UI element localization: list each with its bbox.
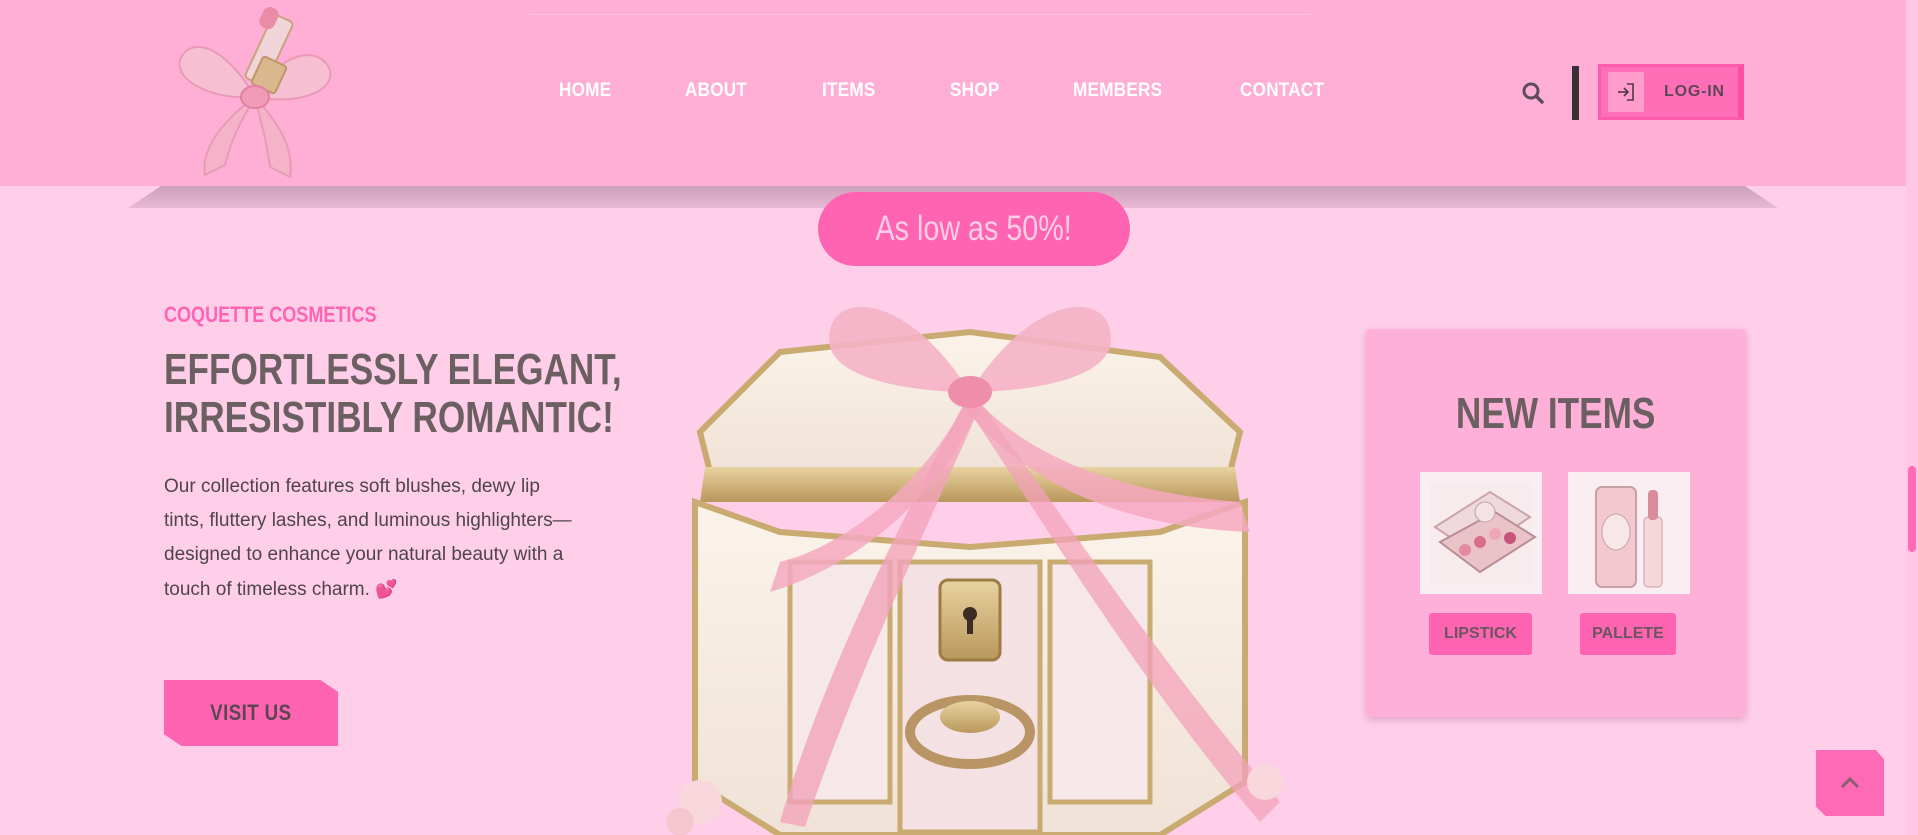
nav-about[interactable]: ABOUT	[685, 80, 747, 104]
visit-us-label: VISIT US	[210, 700, 292, 725]
scroll-top-button[interactable]	[1816, 750, 1884, 816]
nav-items[interactable]: ITEMS	[822, 80, 876, 104]
hero-headline: EFFORTLESSLY ELEGANT, IRRESISTIBLY ROMAN…	[164, 345, 622, 442]
hero-description-text: Our collection features soft blushes, de…	[164, 476, 572, 600]
hero-headline-line1: EFFORTLESSLY ELEGANT,	[164, 345, 622, 394]
promo-badge: As low as 50%!	[818, 192, 1130, 266]
bow-lipstick-logo[interactable]	[170, 5, 340, 180]
nav-members[interactable]: MEMBERS	[1073, 80, 1162, 104]
login-button[interactable]: LOG-IN	[1598, 64, 1744, 120]
brand-eyebrow: COQUETTE COSMETICS	[164, 302, 377, 327]
hero-description: Our collection features soft blushes, de…	[164, 470, 584, 607]
header-rule	[530, 14, 1310, 15]
visit-us-button[interactable]: VISIT US	[164, 680, 338, 746]
search-icon[interactable]	[1520, 80, 1546, 106]
hero-headline-line2: IRRESISTIBLY ROMANTIC!	[164, 393, 614, 442]
login-label: LOG-IN	[1664, 83, 1725, 100]
nav-shop[interactable]: SHOP	[950, 80, 1000, 104]
lipstick-button[interactable]: LIPSTICK	[1429, 613, 1532, 655]
heart-emoji-icon: 💕	[375, 579, 398, 599]
jewelry-box-illustration	[666, 306, 1283, 835]
site-header: HOME ABOUT ITEMS SHOP MEMBERS CONTACT LO…	[0, 0, 1906, 186]
login-icon	[1608, 72, 1644, 112]
pallete-button[interactable]: PALLETE	[1580, 613, 1676, 655]
main-nav: HOME ABOUT ITEMS SHOP MEMBERS CONTACT	[559, 80, 1402, 104]
promo-text: As low as 50%!	[875, 209, 1073, 248]
new-items-card: NEW ITEMS LIPSTICK PALLETE	[1366, 329, 1746, 717]
header-divider	[1572, 66, 1579, 120]
new-items-title: NEW ITEMS	[1456, 389, 1656, 438]
palette-product-image[interactable]	[1420, 472, 1542, 594]
lipstick-product-image[interactable]	[1568, 472, 1690, 594]
page-scrollbar[interactable]	[1906, 0, 1918, 835]
nav-contact[interactable]: CONTACT	[1240, 80, 1324, 104]
nav-home[interactable]: HOME	[559, 80, 611, 104]
scrollbar-thumb[interactable]	[1908, 466, 1916, 552]
chevron-up-icon	[1840, 776, 1860, 789]
